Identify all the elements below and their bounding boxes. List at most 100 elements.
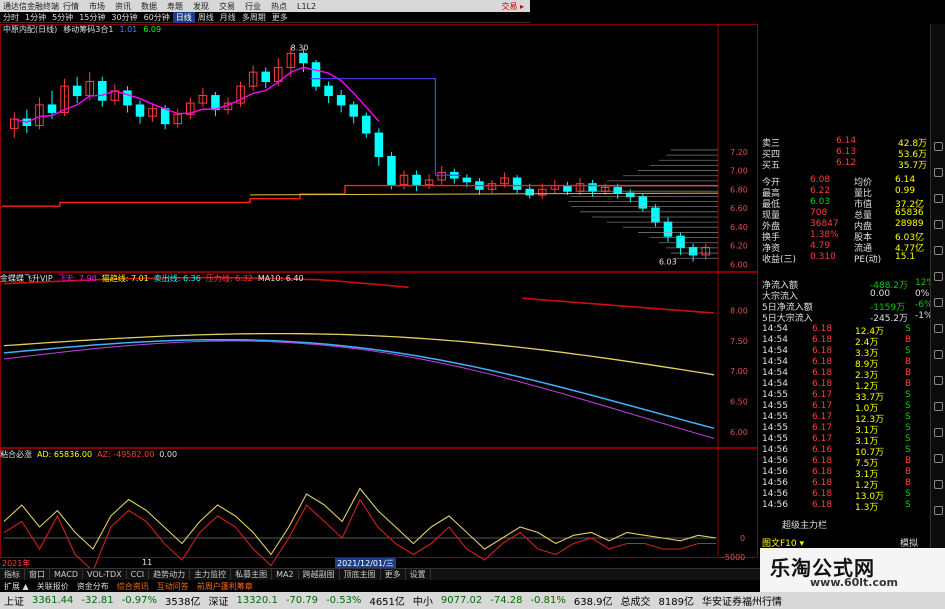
sz-index-name[interactable]: 深证 — [204, 593, 232, 608]
candle-body[interactable] — [47, 104, 57, 113]
menu-trade[interactable]: 交易 — [214, 1, 240, 12]
tick-time: 14:54 — [762, 357, 788, 367]
refresh-icon[interactable] — [934, 324, 943, 333]
stat-value: 4.79 — [810, 241, 831, 251]
tab-trend-power[interactable]: 趋势动力 — [149, 569, 191, 580]
footer-qa[interactable]: 互动问答 — [153, 581, 193, 592]
candlestick-chart-area[interactable]: 8.30 6.03 7.20 7.00 6.80 6.60 6.40 6.20 6.00 8.0… — [0, 24, 760, 599]
layers-icon[interactable] — [934, 350, 943, 359]
menu-markets[interactable]: 市场 — [84, 1, 110, 12]
trade-button[interactable]: 交易 ▸ — [501, 1, 530, 12]
panel2-name[interactable]: 金蝶蝶飞升VIP — [0, 273, 53, 284]
period-fenshi[interactable]: 分时 — [0, 12, 22, 23]
tick-row: 14:55 6.17 12.3万 S — [760, 412, 930, 425]
stat-value: 6.22 — [810, 186, 831, 196]
tab-window[interactable]: 窗口 — [25, 569, 50, 580]
settings-icon[interactable] — [934, 506, 943, 515]
menu-market[interactable]: 行情 — [58, 1, 84, 12]
stock-label[interactable]: 中原内配(日线) — [0, 24, 60, 35]
tick-direction: B — [905, 379, 912, 389]
footer-news[interactable]: 综合资讯 — [113, 581, 153, 592]
period-30min[interactable]: 30分钟 — [108, 12, 140, 23]
tool-icon[interactable] — [934, 298, 943, 307]
tab-indicator[interactable]: 指标 — [0, 569, 25, 580]
menu-news[interactable]: 资讯 — [110, 1, 136, 12]
candle-body[interactable] — [261, 71, 270, 82]
tick-panel-label[interactable]: 超级主力栏 — [782, 518, 827, 531]
tab-cross-sub[interactable]: 跨越副图 — [299, 569, 340, 580]
tick-direction: S — [905, 324, 911, 334]
menu-discover[interactable]: 发现 — [188, 1, 214, 12]
tab-private-main[interactable]: 私募主图 — [231, 569, 273, 580]
candle-body[interactable] — [211, 95, 220, 111]
menu-industry[interactable]: 行业 — [240, 1, 266, 12]
candle-body[interactable] — [387, 156, 396, 186]
flag-icon[interactable] — [934, 454, 943, 463]
candle-body[interactable] — [336, 95, 346, 106]
tab-vol-tdx[interactable]: VOL-TDX — [83, 570, 127, 579]
period-1min[interactable]: 1分钟 — [22, 12, 49, 23]
candle-body[interactable] — [72, 85, 82, 97]
period-daily[interactable]: 日线 — [172, 11, 195, 23]
candle-body[interactable] — [663, 221, 673, 237]
tick-time: 14:56 — [762, 500, 788, 510]
candle-body[interactable] — [299, 52, 308, 64]
star-icon[interactable] — [934, 194, 943, 203]
candle-body[interactable] — [563, 185, 572, 192]
candle-body[interactable] — [462, 177, 472, 183]
candle-body[interactable] — [613, 186, 622, 194]
period-more[interactable]: 更多 — [269, 12, 291, 23]
candle-body[interactable] — [324, 85, 333, 97]
candle-body[interactable] — [374, 132, 384, 157]
list-icon[interactable] — [934, 168, 943, 177]
sz-index-pct: -0.53% — [326, 595, 362, 606]
user-icon[interactable] — [934, 402, 943, 411]
footer-related[interactable]: 关联报价 — [33, 581, 73, 592]
candle-body[interactable] — [412, 174, 421, 186]
menu-data[interactable]: 数据 — [136, 1, 162, 12]
period-60min[interactable]: 60分钟 — [141, 12, 173, 23]
menu-hotspot[interactable]: 热点 — [266, 1, 292, 12]
candle-body[interactable] — [362, 115, 371, 134]
tab-top-bottom[interactable]: 顶底主图 — [340, 569, 381, 580]
footer-expand[interactable]: 扩展 ▲ — [0, 581, 33, 592]
flow-label: 5日大宗流入 — [762, 314, 813, 324]
candle-body[interactable] — [123, 90, 132, 106]
tab-cci[interactable]: CCI — [127, 570, 150, 579]
menu-l1l2[interactable]: L1L2 — [292, 2, 321, 11]
calc-icon[interactable] — [934, 428, 943, 437]
link-icon[interactable] — [934, 480, 943, 489]
candle-body[interactable] — [135, 104, 145, 117]
chart-icon[interactable] — [934, 142, 943, 151]
candle-body[interactable] — [651, 207, 660, 223]
tick-price: 6.17 — [812, 401, 833, 411]
footer-chip[interactable]: 前周户篷利筹章 — [193, 581, 257, 592]
menu-topics[interactable]: 寿题 — [162, 1, 188, 12]
indicator-label[interactable]: 移动筹码3合1 — [60, 24, 116, 35]
bell-icon[interactable] — [934, 272, 943, 281]
period-weekly[interactable]: 周线 — [195, 12, 217, 23]
candle-body[interactable] — [349, 104, 358, 117]
candle-body[interactable] — [160, 108, 170, 125]
tab-ma2[interactable]: MA2 — [272, 570, 299, 579]
tab-settings[interactable]: 设置 — [406, 569, 431, 580]
candle-body[interactable] — [98, 81, 107, 101]
candle-body[interactable] — [688, 246, 698, 256]
candle-body[interactable] — [311, 62, 321, 87]
candle-body[interactable] — [588, 183, 597, 192]
zx-index-name[interactable]: 中小 — [409, 593, 437, 608]
sh-index-name[interactable]: 上证 — [0, 593, 28, 608]
period-15min[interactable]: 15分钟 — [76, 12, 108, 23]
grid-icon[interactable] — [934, 246, 943, 255]
table-icon[interactable] — [934, 376, 943, 385]
panel3-name[interactable]: 粘合必涨 — [0, 449, 32, 460]
period-5min[interactable]: 5分钟 — [49, 12, 76, 23]
candle-body[interactable] — [512, 177, 522, 190]
tab-macd[interactable]: MACD — [50, 570, 83, 579]
tab-more[interactable]: 更多 — [381, 569, 406, 580]
news-icon[interactable] — [934, 220, 943, 229]
tab-main-monitor[interactable]: 主力监控 — [190, 569, 232, 580]
period-monthly[interactable]: 月线 — [217, 12, 239, 23]
period-multi[interactable]: 多周期 — [239, 12, 269, 23]
footer-capital[interactable]: 资金分布 — [73, 581, 113, 592]
